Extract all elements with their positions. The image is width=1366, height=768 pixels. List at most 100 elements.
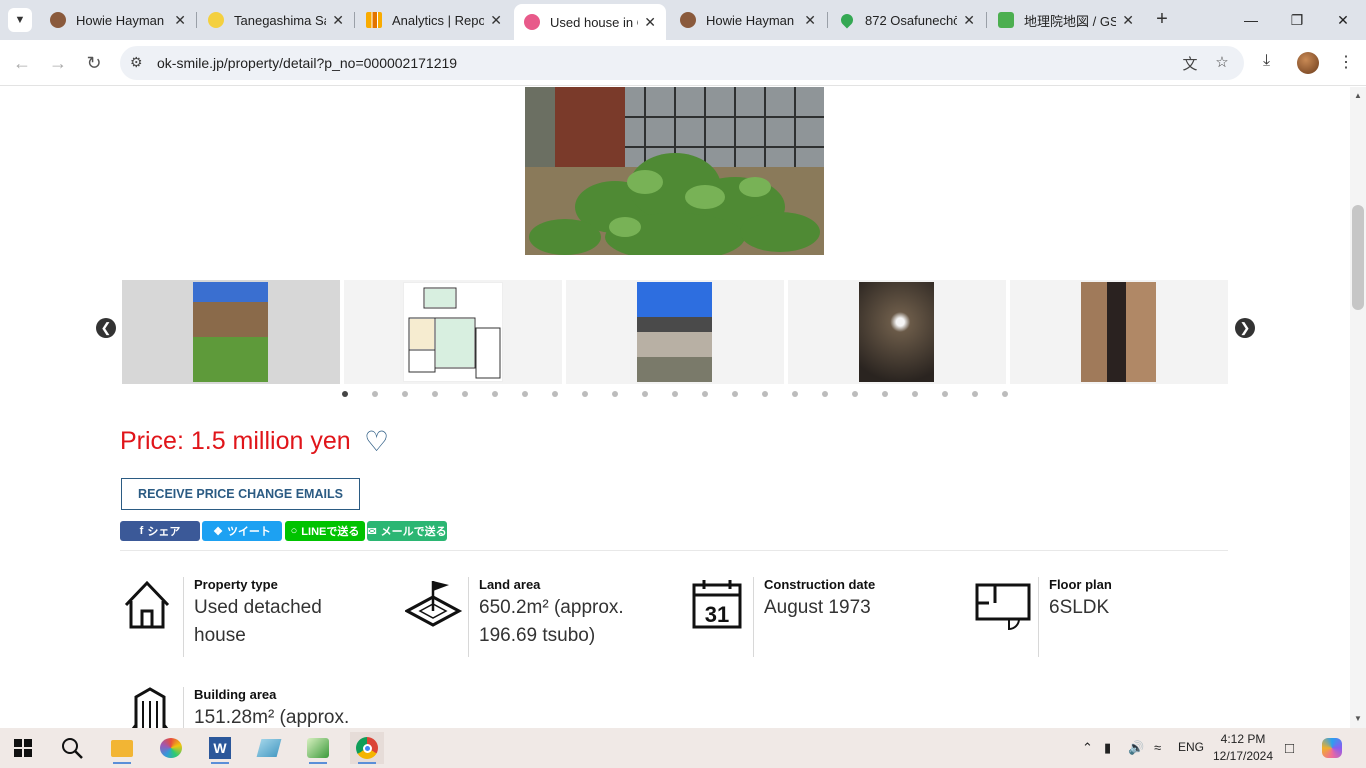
minimize-icon: —	[1244, 12, 1258, 28]
new-tab-button[interactable]: +	[1150, 8, 1174, 32]
thumbnail-3[interactable]	[566, 280, 784, 384]
restore-button[interactable]: ❐	[1274, 0, 1320, 40]
carousel-dot[interactable]	[792, 391, 798, 397]
main-property-photo[interactable]	[525, 87, 824, 255]
carousel-dot[interactable]	[492, 391, 498, 397]
translate-icon[interactable]: 文	[1180, 53, 1200, 73]
browser-toolbar: ← → ↻ ⚙ ok-smile.jp/property/detail?p_no…	[0, 40, 1366, 86]
search-button[interactable]	[55, 732, 89, 764]
close-icon[interactable]: ✕	[798, 12, 816, 29]
carousel-dot[interactable]	[642, 391, 648, 397]
wifi-icon[interactable]: ≈	[1154, 740, 1161, 755]
house-icon	[124, 580, 170, 629]
reload-button[interactable]: ↻	[81, 50, 107, 76]
taskbar-clock[interactable]: 4:12 PM 12/17/2024	[1210, 731, 1276, 765]
tab-gsi-map[interactable]: 地理院地図 / GS ✕	[988, 6, 1144, 34]
carousel-dot[interactable]	[972, 391, 978, 397]
scroll-up-icon[interactable]: ▲	[1352, 91, 1364, 101]
forward-button[interactable]: →	[45, 50, 71, 76]
arrow-left-icon: ←	[13, 52, 31, 73]
thumbnail-2[interactable]	[344, 280, 562, 384]
language-indicator[interactable]: ENG	[1178, 740, 1204, 754]
close-icon[interactable]: ✕	[168, 12, 186, 29]
carousel-dot[interactable]	[342, 391, 348, 397]
close-icon[interactable]: ✕	[957, 12, 975, 29]
web-page: ❮ ❯ Price: 1.5 million yen ♡ RECEIVE PRI…	[0, 87, 1350, 728]
close-window-button[interactable]: ✕	[1320, 0, 1366, 40]
download-icon[interactable]: ⤓	[1263, 52, 1270, 70]
twitter-share-button[interactable]: ❖ ツイート	[202, 521, 282, 541]
tab-tanegashima[interactable]: Tanegashima Sal ✕	[198, 6, 354, 34]
tab-howie-hayman-1[interactable]: Howie Hayman - ✕	[40, 6, 196, 34]
thumbnail-4[interactable]	[788, 280, 1006, 384]
carousel-dot[interactable]	[702, 391, 708, 397]
folder-icon	[111, 739, 133, 757]
carousel-dot[interactable]	[852, 391, 858, 397]
more-menu-icon[interactable]: ⋮	[1338, 52, 1354, 72]
floor-plan-thumbnail-image	[403, 282, 503, 382]
tab-analytics[interactable]: Analytics | Repor ✕	[356, 6, 512, 34]
carousel-dot[interactable]	[582, 391, 588, 397]
site-info-icon[interactable]: ⚙	[130, 54, 143, 71]
thumbnail-1[interactable]	[122, 280, 340, 384]
close-icon[interactable]: ✕	[326, 12, 344, 29]
green-app-button[interactable]	[301, 732, 335, 764]
carousel-next-button[interactable]: ❯	[1235, 318, 1255, 338]
thumbnail-image	[637, 282, 712, 382]
carousel-prev-button[interactable]: ❮	[96, 318, 116, 338]
thumbnail-5[interactable]	[1010, 280, 1228, 384]
back-button[interactable]: ←	[9, 50, 35, 76]
copilot-icon[interactable]	[1322, 738, 1342, 758]
smile-favicon-icon	[524, 14, 540, 30]
close-icon[interactable]: ✕	[484, 12, 502, 29]
carousel-dot[interactable]	[402, 391, 408, 397]
notes-app-button[interactable]	[252, 732, 286, 764]
carousel-dot[interactable]	[762, 391, 768, 397]
carousel-dot[interactable]	[522, 391, 528, 397]
minimize-button[interactable]: —	[1228, 0, 1274, 40]
tab-search-button[interactable]: ▼	[8, 8, 32, 32]
volume-icon[interactable]: 🔊	[1128, 740, 1144, 756]
scroll-down-icon[interactable]: ▼	[1352, 714, 1364, 724]
address-bar[interactable]: ⚙ ok-smile.jp/property/detail?p_no=00000…	[120, 46, 1244, 80]
tab-separator	[986, 12, 987, 28]
paint-app-button[interactable]	[154, 732, 188, 764]
chrome-app-button[interactable]	[350, 732, 384, 764]
carousel-dot[interactable]	[462, 391, 468, 397]
tab-separator	[354, 12, 355, 28]
carousel-dot[interactable]	[882, 391, 888, 397]
close-icon[interactable]: ✕	[1116, 12, 1134, 29]
tab-howie-hayman-2[interactable]: Howie Hayman - ✕	[670, 6, 826, 34]
carousel-dot[interactable]	[552, 391, 558, 397]
carousel-dot[interactable]	[942, 391, 948, 397]
file-explorer-button[interactable]	[105, 732, 139, 764]
carousel-dot[interactable]	[1002, 391, 1008, 397]
scrollbar-thumb[interactable]	[1352, 205, 1364, 310]
line-share-button[interactable]: ○ LINEで送る	[285, 521, 365, 541]
show-hidden-icons-chevron-icon[interactable]: ⌃	[1082, 740, 1093, 756]
carousel-dot[interactable]	[822, 391, 828, 397]
carousel-dot[interactable]	[732, 391, 738, 397]
carousel-dot[interactable]	[672, 391, 678, 397]
profile-avatar[interactable]	[1297, 52, 1319, 74]
carousel-dot[interactable]	[432, 391, 438, 397]
close-icon[interactable]: ✕	[638, 14, 656, 31]
green-app-icon	[307, 738, 329, 758]
carousel-dot[interactable]	[372, 391, 378, 397]
battery-icon[interactable]: ▮	[1104, 740, 1111, 756]
chevron-down-icon: ▼	[14, 14, 26, 26]
start-button[interactable]	[6, 732, 40, 764]
bookmark-star-icon[interactable]: ☆	[1212, 53, 1232, 73]
word-app-button[interactable]: W	[203, 732, 237, 764]
carousel-dot[interactable]	[912, 391, 918, 397]
tab-google-maps[interactable]: 872 Osafunechō ✕	[829, 6, 985, 34]
page-scrollbar[interactable]	[1350, 87, 1366, 728]
receive-price-change-emails-button[interactable]: RECEIVE PRICE CHANGE EMAILS	[121, 478, 360, 510]
carousel-dot[interactable]	[612, 391, 618, 397]
sun-favicon-icon	[208, 12, 224, 28]
favorite-heart-icon[interactable]: ♡	[364, 427, 389, 457]
mail-share-button[interactable]: ✉ メールで送る	[367, 521, 447, 541]
facebook-share-button[interactable]: f シェア	[120, 521, 200, 541]
tab-used-house[interactable]: Used house in O ✕	[514, 4, 666, 40]
notifications-icon[interactable]: □	[1285, 740, 1294, 757]
